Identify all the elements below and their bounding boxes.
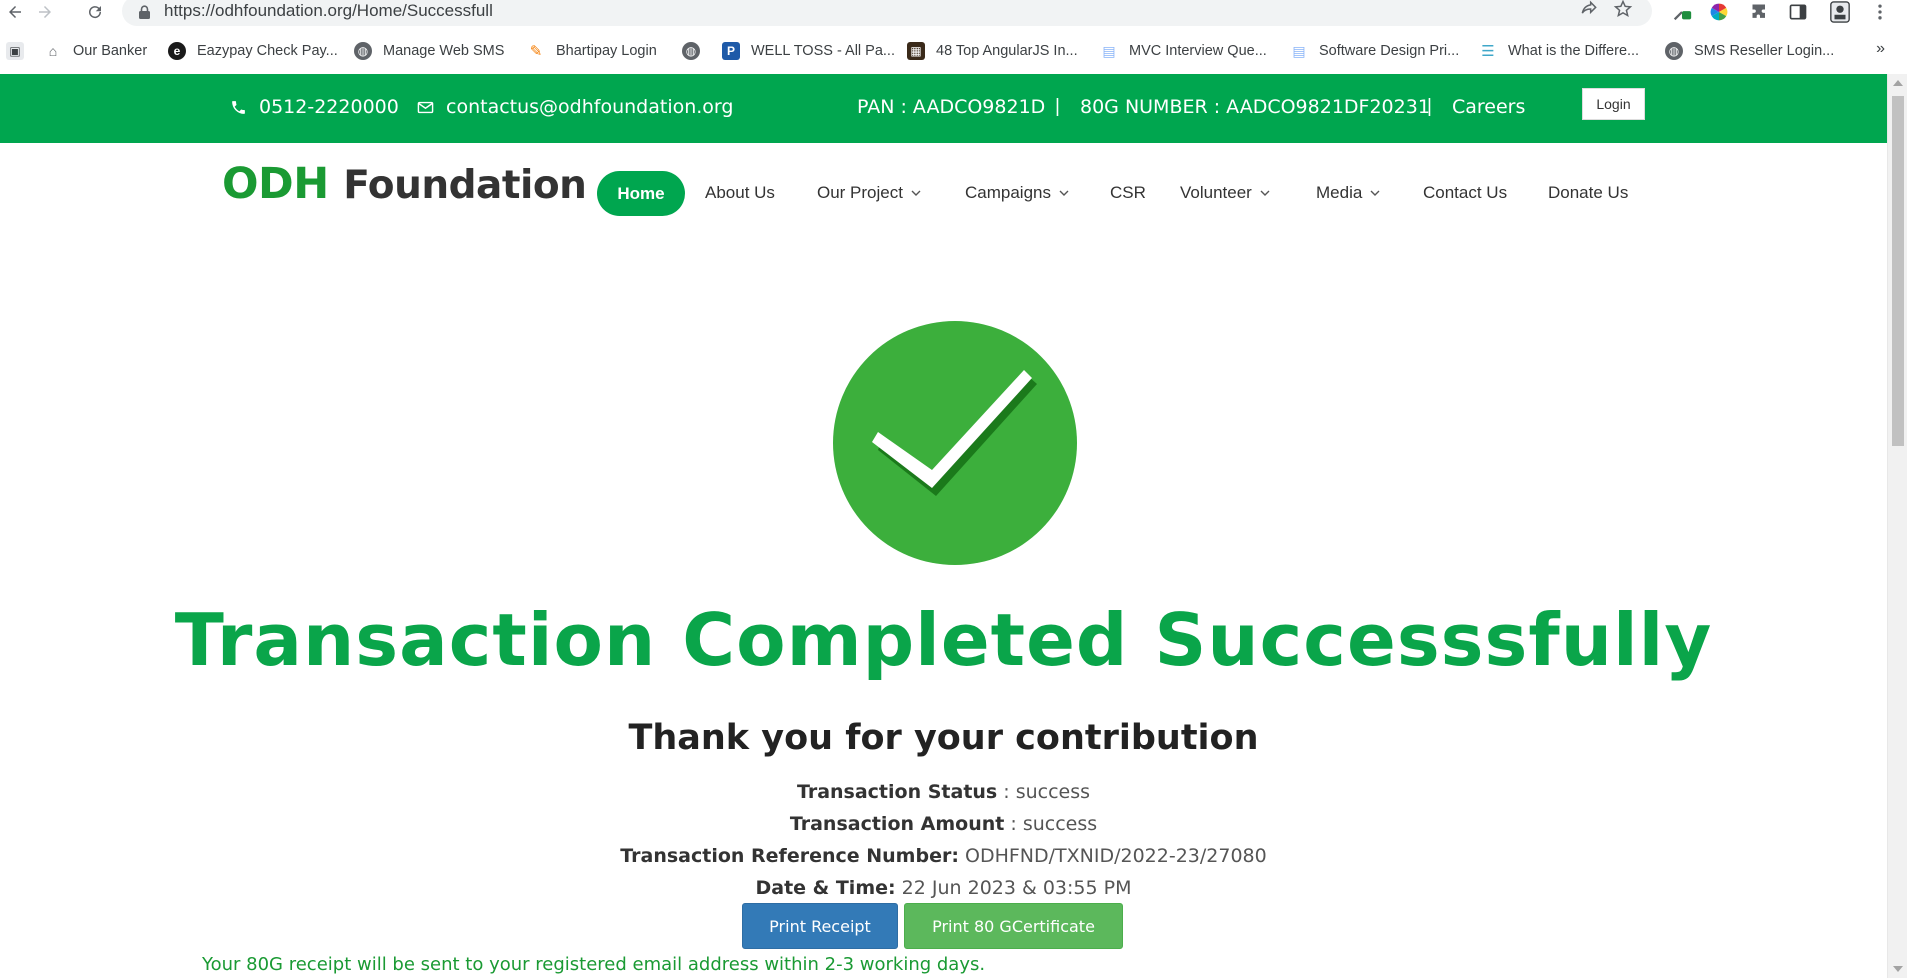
url-text: https://odhfoundation.org/Home/Successfu… [164,1,493,20]
bookmark-item[interactable]: ◍ SMS Reseller Login... [1665,40,1834,62]
browser-toolbar: https://odhfoundation.org/Home/Successfu… [0,0,1907,28]
chevron-down-icon [911,190,921,196]
receipt-email-note: Your 80G receipt will be sent to your re… [202,954,986,975]
address-bar[interactable]: https://odhfoundation.org/Home/Successfu… [122,0,1652,26]
chevron-down-icon [1059,190,1069,196]
p-icon: P [722,42,740,60]
login-button[interactable]: Login [1582,88,1645,120]
success-check-icon [832,320,1078,566]
email-link[interactable]: contactus@odhfoundation.org [417,96,733,118]
thank-you-message: Thank you for your contribution [628,718,1259,758]
bookmark-item[interactable]: ◍ [682,40,711,62]
bookmark-item[interactable]: ▤ Software Design Pri... [1290,40,1459,62]
profile-avatar-icon[interactable] [1828,0,1852,24]
phone-link[interactable]: 0512-2220000 [230,96,399,118]
bookmark-item[interactable]: ✎ Bhartipay Login [527,40,657,62]
bhartipay-icon: ✎ [529,43,543,60]
globe-icon: ◍ [682,42,700,60]
bookmark-item[interactable]: P WELL TOSS - All Pa... [722,40,895,62]
main-navbar: ODH Foundation Home About Us Our Project… [0,143,1887,238]
bookmark-item[interactable]: ☰ What is the Differe... [1479,40,1639,62]
chevron-down-icon [1370,190,1380,196]
eyedropper-extension-icon[interactable] [1670,0,1694,24]
lock-icon [139,5,150,19]
site-logo[interactable]: ODH Foundation [222,159,587,209]
transaction-reference-line: Transaction Reference Number: ODHFND/TXN… [620,845,1267,867]
divider: | [1055,96,1060,117]
scrollbar-thumb[interactable] [1892,96,1904,446]
nav-home[interactable]: Home [597,171,685,216]
envelope-icon [417,101,434,113]
bookmark-item[interactable]: ⌂ Our Banker [44,40,147,62]
chevron-down-icon [1260,190,1270,196]
book-icon: ▦ [907,42,925,60]
nav-media[interactable]: Media [1316,183,1380,203]
scroll-down-arrow-icon[interactable] [1893,966,1903,972]
back-arrow-icon[interactable] [2,0,28,24]
reload-icon[interactable] [82,0,108,24]
eazypay-icon: e [168,42,186,60]
bookmarks-overflow-button[interactable]: » [1876,40,1885,58]
nav-our-project[interactable]: Our Project [817,183,921,203]
list-icon: ☰ [1481,43,1495,60]
bookmark-item[interactable]: e Eazypay Check Pay... [168,40,338,62]
page-scrollbar[interactable] [1887,74,1907,978]
side-panel-icon[interactable] [1786,0,1810,24]
color-wheel-extension-icon[interactable] [1707,0,1731,24]
transaction-date-line: Date & Time: 22 Jun 2023 & 03:55 PM [755,877,1132,899]
star-icon[interactable] [1612,0,1634,20]
scroll-up-arrow-icon[interactable] [1893,80,1903,86]
nav-about[interactable]: About Us [705,183,775,203]
print-80g-certificate-button[interactable]: Print 80 GCertificate [904,903,1123,949]
bookmarks-bar: ▣ ⌂ Our Banker e Eazypay Check Pay... ◍ … [0,36,1907,66]
print-receipt-button[interactable]: Print Receipt [742,903,898,949]
nav-contact[interactable]: Contact Us [1423,183,1507,203]
bookmark-apps[interactable]: ▣ [6,40,35,62]
phone-icon [232,100,245,114]
bank-icon: ⌂ [48,43,58,59]
pan-number: PAN : AADCO9821D [857,96,1046,118]
bookmark-item[interactable]: ◍ Manage Web SMS [354,40,504,62]
design-icon: ▤ [1292,42,1306,59]
share-icon[interactable] [1578,0,1600,20]
kebab-menu-icon[interactable] [1868,0,1892,24]
nav-donate[interactable]: Donate Us [1548,183,1628,203]
transaction-status-line: Transaction Status : success [796,781,1091,803]
careers-link[interactable]: Careers [1452,96,1525,118]
puzzle-extensions-icon[interactable] [1748,0,1772,24]
globe-icon: ◍ [1665,42,1683,60]
forward-arrow-icon[interactable] [32,0,58,24]
transaction-amount-line: Transaction Amount : success [789,813,1098,835]
g80-number: 80G NUMBER : AADCO9821DF20231 [1080,96,1430,118]
nav-csr[interactable]: CSR [1110,183,1146,203]
globe-icon: ◍ [354,42,372,60]
bookmark-item[interactable]: ▦ 48 Top AngularJS In... [907,40,1078,62]
nav-campaigns[interactable]: Campaigns [965,183,1069,203]
divider: | [1427,96,1432,117]
apps-icon: ▣ [6,42,24,60]
nav-volunteer[interactable]: Volunteer [1180,183,1270,203]
bookmark-item[interactable]: ▤ MVC Interview Que... [1100,40,1266,62]
success-headline: Transaction Completed Successsfully [174,598,1713,682]
mvc-icon: ▤ [1102,42,1116,59]
top-contact-bar: 0512-2220000 contactus@odhfoundation.org… [0,74,1887,143]
